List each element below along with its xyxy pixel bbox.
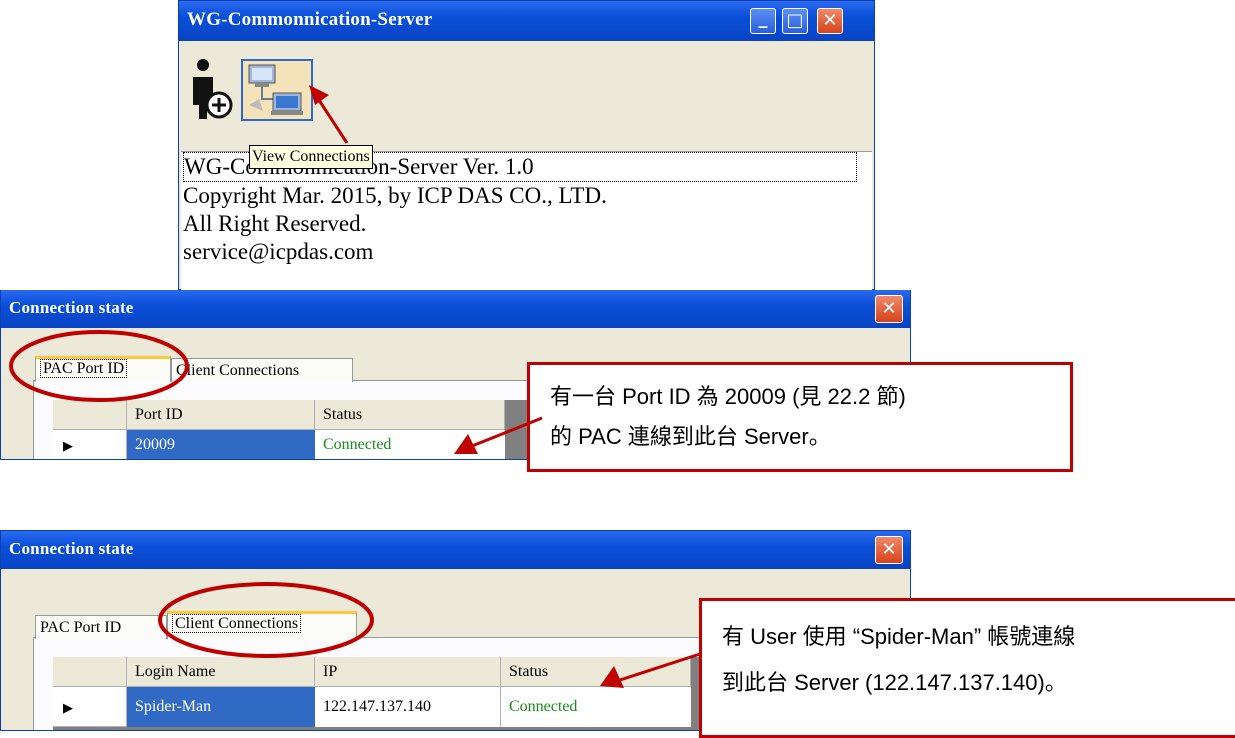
- callout-1-line-1: 有一台 Port ID 為 20009 (見 22.2 節): [550, 384, 906, 409]
- close-icon: ✕: [881, 539, 897, 560]
- info-line-3: All Right Reserved.: [183, 211, 367, 236]
- connection-window-2-titlebar[interactable]: Connection state ✕: [1, 531, 910, 569]
- connection-window-1-title: Connection state: [9, 298, 134, 317]
- row-marker: ▶: [53, 687, 127, 727]
- grid-row-header-corner: [53, 657, 127, 687]
- main-window-titlebar[interactable]: WG-Commonnication-Server _ □ ✕: [179, 1, 874, 41]
- tooltip: View Connections: [249, 145, 373, 169]
- info-line-2: Copyright Mar. 2015, by ICP DAS CO., LTD…: [183, 183, 607, 208]
- add-user-button[interactable]: [189, 55, 237, 121]
- callout-2-line-2: 到此台 Server (122.147.137.140)。: [722, 670, 1067, 695]
- callout-2-arrow: [600, 652, 701, 688]
- close-icon: ✕: [822, 10, 838, 31]
- main-window-title: WG-Commonnication-Server: [187, 9, 433, 30]
- close-icon: ✕: [881, 298, 897, 319]
- network-computers-icon: [248, 64, 303, 115]
- tab-label: PAC Port ID: [40, 619, 122, 636]
- info-line-4: service@icpdas.com: [183, 239, 374, 264]
- tab-client-connections[interactable]: Client Connections: [171, 358, 353, 382]
- connection-window-2-close-button[interactable]: ✕: [875, 536, 903, 564]
- highlight-ellipse-2: [158, 582, 374, 658]
- callout-2-line-1: 有 User 使用 “Spider-Man” 帳號連線: [722, 624, 1076, 649]
- row-pointer-icon: ▶: [63, 701, 73, 716]
- cell-login-name[interactable]: Spider-Man: [127, 687, 315, 727]
- tab-label: Client Connections: [176, 362, 300, 379]
- minimize-button[interactable]: _: [750, 8, 776, 34]
- connection-window-1-close-button[interactable]: ✕: [875, 295, 903, 323]
- connection-window-2-title: Connection state: [9, 539, 134, 558]
- view-connections-button[interactable]: [241, 59, 313, 121]
- row-marker: ▶: [53, 430, 127, 459]
- row-pointer-icon: ▶: [63, 439, 73, 454]
- info-textbox: WG-Commonnication-Server Ver. 1.0 Copyri…: [181, 151, 872, 290]
- maximize-button[interactable]: □: [782, 8, 808, 34]
- maximize-icon: □: [786, 10, 804, 31]
- highlight-ellipse-1: [9, 330, 189, 402]
- callout-2: 有 User 使用 “Spider-Man” 帳號連線 到此台 Server (…: [699, 598, 1235, 738]
- cell-port-id[interactable]: 20009: [127, 430, 315, 459]
- connection-window-1-titlebar[interactable]: Connection state ✕: [1, 290, 910, 328]
- callout-1-arrow: [454, 416, 543, 454]
- tab-pac-port-id[interactable]: PAC Port ID: [35, 615, 167, 639]
- close-button[interactable]: ✕: [817, 8, 843, 34]
- add-user-icon: [193, 59, 233, 119]
- cell-ip[interactable]: 122.147.137.140: [315, 687, 501, 727]
- minimize-icon: _: [758, 8, 768, 29]
- callout-1: 有一台 Port ID 為 20009 (見 22.2 節) 的 PAC 連線到…: [527, 362, 1073, 472]
- callout-1-line-2: 的 PAC 連線到此台 Server。: [550, 424, 831, 449]
- main-window: WG-Commonnication-Server _ □ ✕ WG-: [178, 0, 875, 290]
